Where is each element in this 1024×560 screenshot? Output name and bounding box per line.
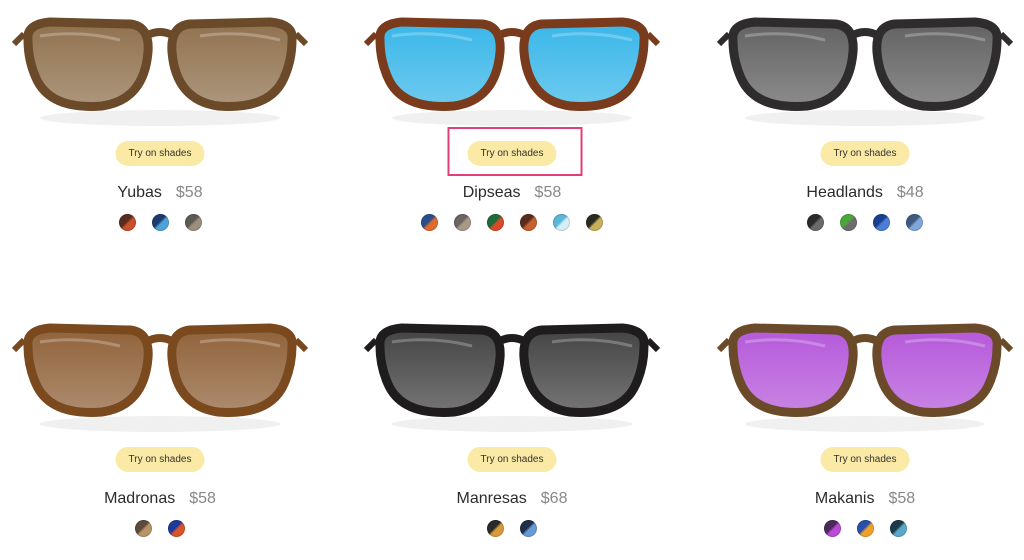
color-swatch[interactable] xyxy=(586,214,603,231)
try-on-shades-button[interactable]: Try on shades xyxy=(115,447,205,472)
product-price: $58 xyxy=(175,184,203,201)
product-price: $48 xyxy=(896,184,924,201)
color-swatch[interactable] xyxy=(840,214,857,231)
try-on-shades-button[interactable]: Try on shades xyxy=(115,141,205,166)
product-name[interactable]: Headlands xyxy=(806,184,883,201)
product-title-row[interactable]: Headlands $48 xyxy=(715,184,1015,202)
color-swatch[interactable] xyxy=(906,214,923,231)
product-card[interactable]: Try on shades Madronas $58 xyxy=(10,306,310,556)
product-card[interactable]: Try on shades Yubas $58 xyxy=(10,0,310,250)
sunglasses-image[interactable] xyxy=(715,0,1015,130)
color-swatches xyxy=(10,214,310,231)
product-card[interactable]: Try on shades Dipseas $58 xyxy=(362,0,662,250)
sunglasses-image[interactable] xyxy=(10,0,310,130)
product-name[interactable]: Makanis xyxy=(815,490,875,507)
color-swatches xyxy=(10,520,310,537)
try-on-shades-button[interactable]: Try on shades xyxy=(447,127,583,176)
color-swatches xyxy=(362,214,662,231)
color-swatch[interactable] xyxy=(151,214,169,231)
color-swatches xyxy=(715,520,1015,537)
color-swatch[interactable] xyxy=(135,520,152,537)
product-title-row[interactable]: Madronas $58 xyxy=(10,490,310,508)
product-title-row[interactable]: Makanis $58 xyxy=(715,490,1015,508)
color-swatch[interactable] xyxy=(421,214,438,231)
color-swatch[interactable] xyxy=(823,520,841,537)
sunglasses-image[interactable] xyxy=(362,306,662,436)
color-swatch[interactable] xyxy=(520,214,537,231)
product-title-row[interactable]: Dipseas $58 xyxy=(362,184,662,202)
color-swatch[interactable] xyxy=(807,214,824,231)
product-grid: Try on shades Yubas $58 Try on shades Dipsea… xyxy=(0,0,1024,560)
product-price: $58 xyxy=(189,490,216,507)
sunglasses-image[interactable] xyxy=(10,306,310,436)
color-swatches xyxy=(715,214,1015,231)
color-swatch[interactable] xyxy=(184,214,202,231)
product-name[interactable]: Dipseas xyxy=(463,184,521,201)
color-swatch[interactable] xyxy=(520,520,537,537)
try-on-shades-button[interactable]: Try on shades xyxy=(820,447,910,472)
color-swatch[interactable] xyxy=(487,214,504,231)
color-swatch[interactable] xyxy=(487,520,504,537)
product-name[interactable]: Manresas xyxy=(457,490,527,507)
color-swatch[interactable] xyxy=(889,520,907,537)
product-card[interactable]: Try on shades Makanis $58 xyxy=(715,306,1015,556)
product-price: $58 xyxy=(534,184,562,201)
product-price: $58 xyxy=(888,490,916,507)
sunglasses-image[interactable] xyxy=(715,306,1015,436)
try-on-shades-button[interactable]: Try on shades xyxy=(820,141,910,166)
sunglasses-image[interactable] xyxy=(362,0,662,130)
color-swatch[interactable] xyxy=(553,214,570,231)
product-name[interactable]: Madronas xyxy=(104,490,175,507)
product-title-row[interactable]: Manresas $68 xyxy=(362,490,662,508)
color-swatch[interactable] xyxy=(856,520,874,537)
product-price: $68 xyxy=(540,490,568,507)
color-swatch[interactable] xyxy=(454,214,471,231)
try-on-shades-button[interactable]: Try on shades xyxy=(467,447,557,472)
product-name[interactable]: Yubas xyxy=(117,184,161,201)
color-swatch[interactable] xyxy=(168,520,185,537)
color-swatches xyxy=(362,520,662,537)
color-swatch[interactable] xyxy=(873,214,890,231)
product-title-row[interactable]: Yubas $58 xyxy=(10,184,310,202)
product-card[interactable]: Try on shades Manresas $68 xyxy=(362,306,662,556)
product-card[interactable]: Try on shades Headlands $48 xyxy=(715,0,1015,250)
color-swatch[interactable] xyxy=(118,214,136,231)
